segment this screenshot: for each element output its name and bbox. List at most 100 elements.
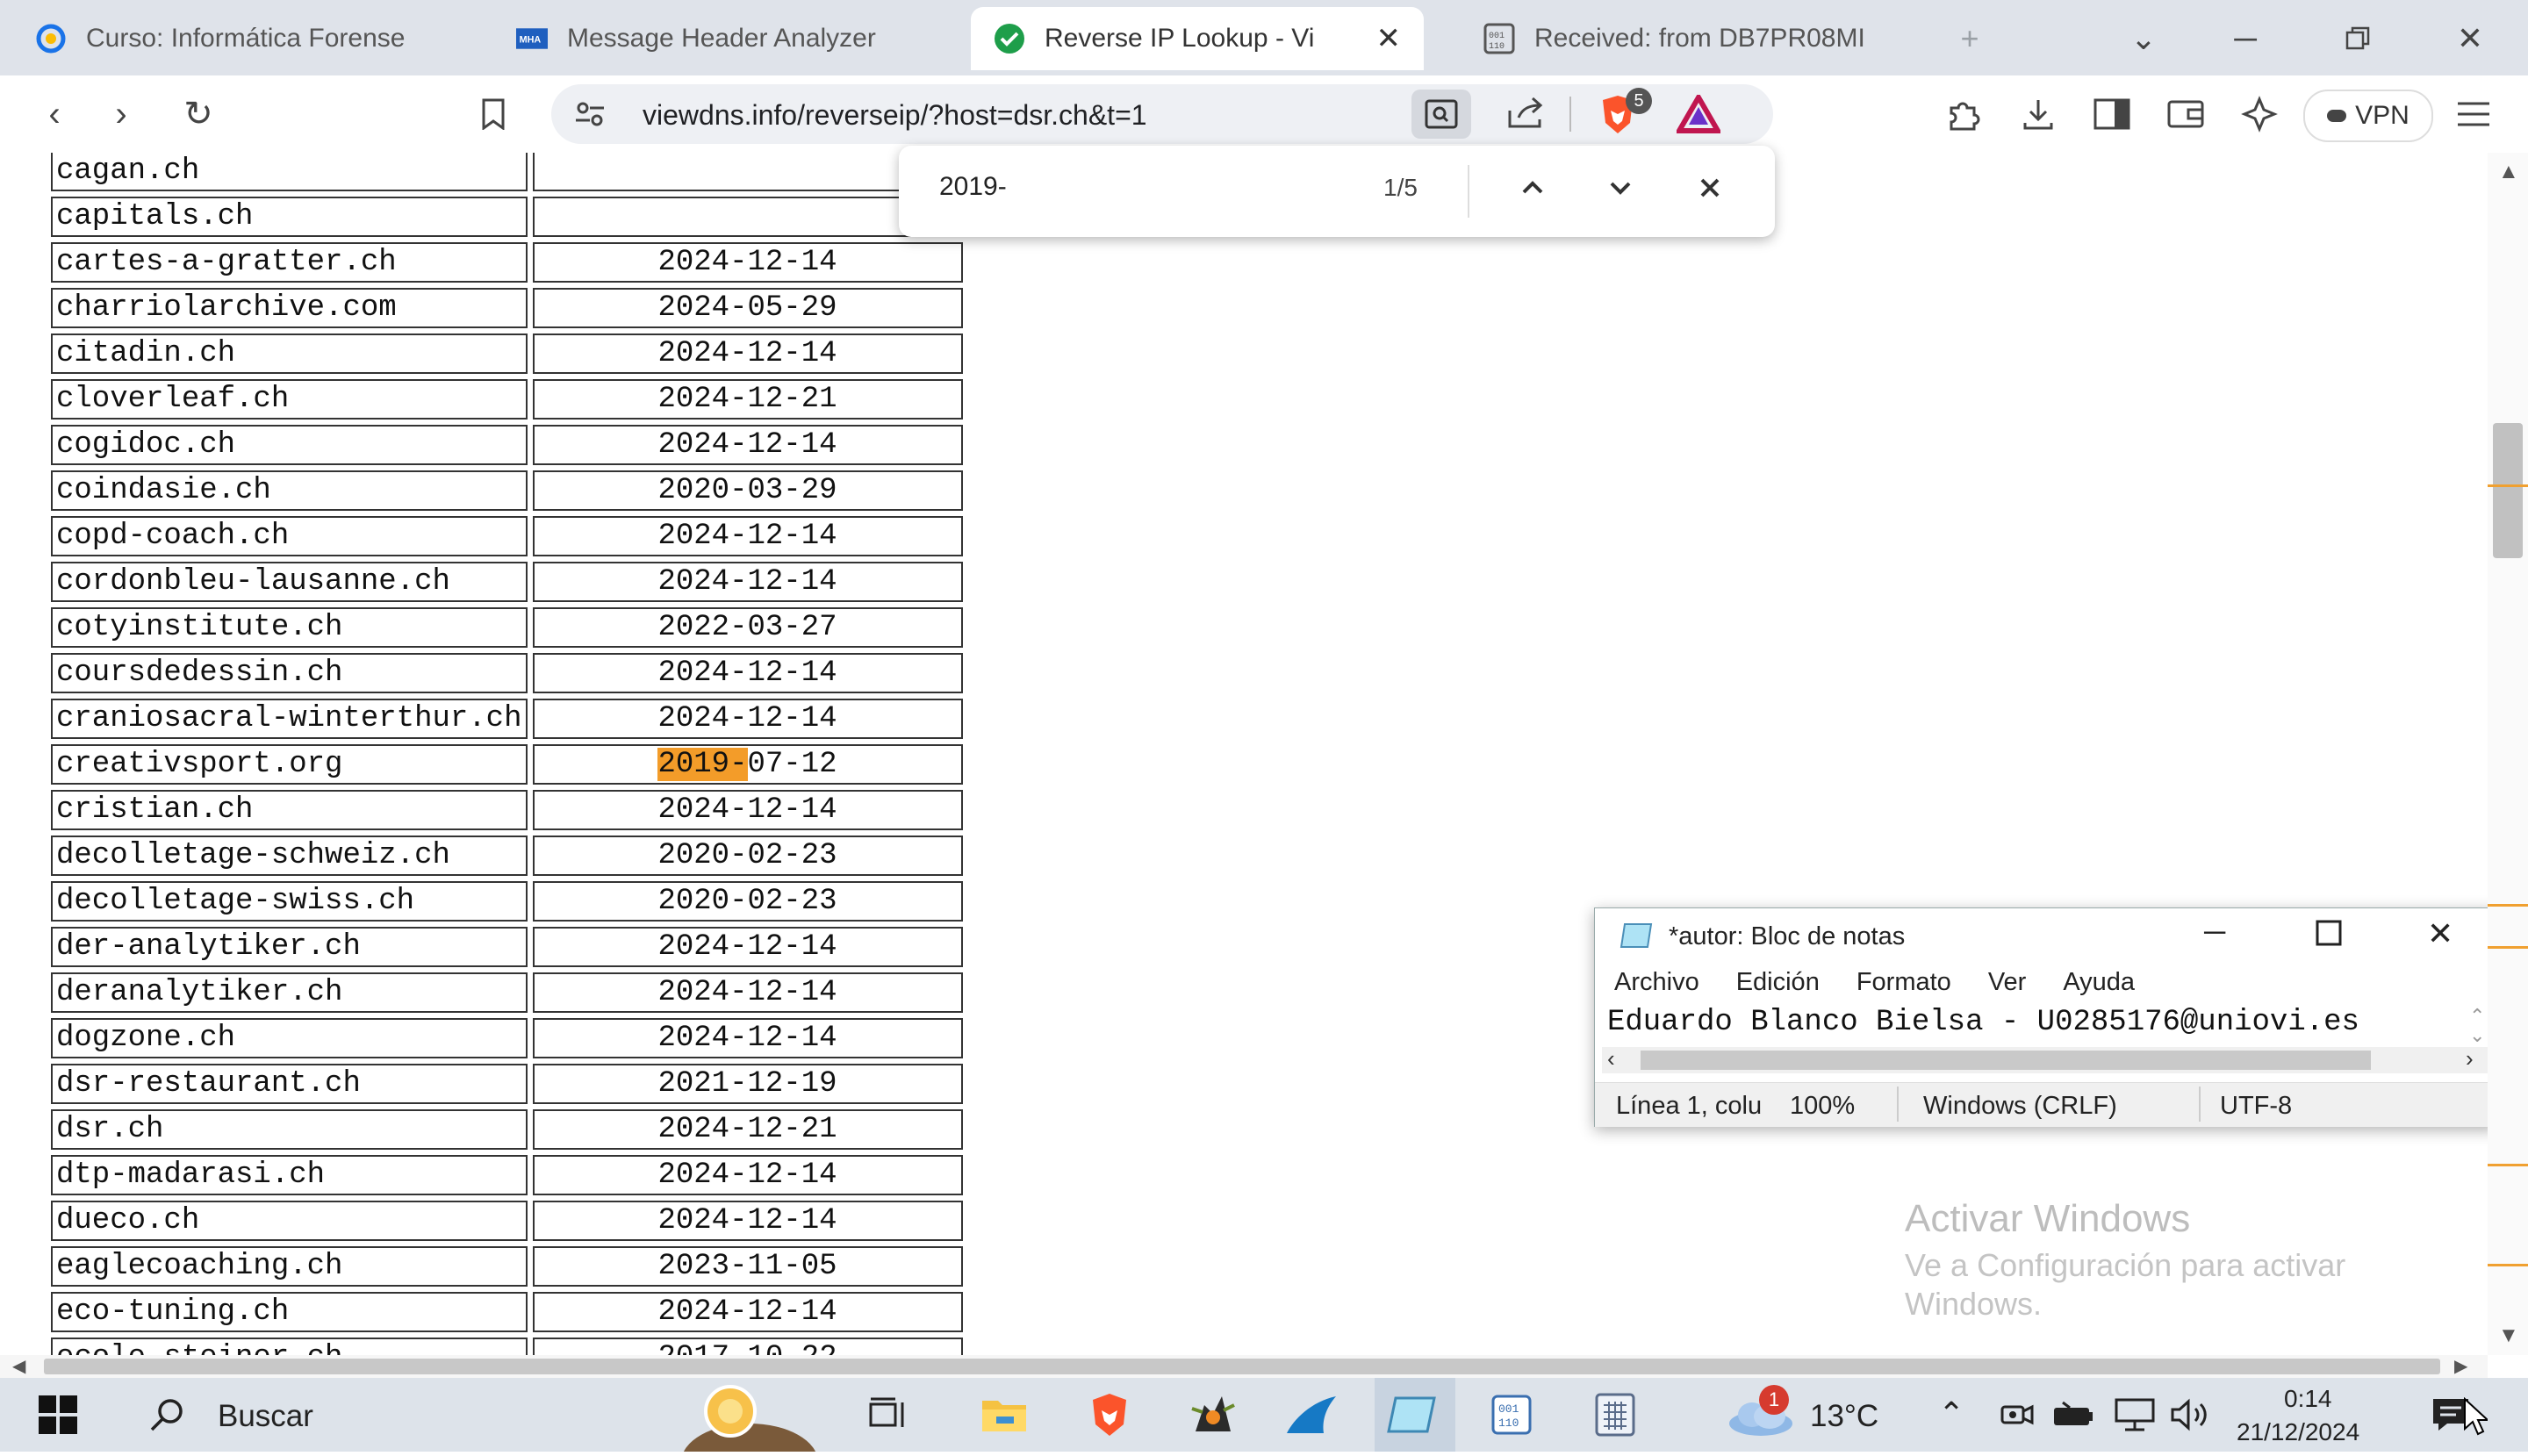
brave-rewards-icon[interactable] bbox=[1674, 92, 1723, 138]
taskbar-search-box[interactable]: Buscar bbox=[218, 1399, 313, 1434]
clock-date[interactable]: 21/12/2024 bbox=[2237, 1418, 2359, 1446]
domain-name-cell: capitals.ch bbox=[51, 197, 528, 237]
notepad-text-area[interactable]: Eduardo Blanco Bielsa - U0285176@uniovi.… bbox=[1607, 1001, 2359, 1044]
volume-speaker-icon[interactable] bbox=[2163, 1387, 2219, 1443]
domain-name-cell: decolletage-schweiz.ch bbox=[51, 836, 528, 876]
tab-reverse-ip-lookup[interactable]: Reverse IP Lookup - Vi ✕ bbox=[971, 7, 1424, 70]
table-row: eaglecoaching.ch 2023-11-05 bbox=[51, 1246, 963, 1287]
minimize-button[interactable]: ─ bbox=[2219, 12, 2272, 65]
menu-ayuda[interactable]: Ayuda bbox=[2063, 963, 2135, 1001]
find-previous-chevron-up-icon[interactable] bbox=[1513, 169, 1552, 212]
camera-meet-icon[interactable] bbox=[1989, 1387, 2045, 1443]
download-icon[interactable] bbox=[2014, 90, 2063, 139]
menu-archivo[interactable]: Archivo bbox=[1614, 963, 1699, 1001]
tab-search-chevron-icon[interactable]: ⌄ bbox=[2117, 12, 2170, 65]
last-resolved-date-cell: 2024-12-14 bbox=[532, 1201, 963, 1241]
table-row: decolletage-swiss.ch 2020-02-23 bbox=[51, 881, 963, 922]
table-row: citadin.ch 2024-12-14 bbox=[51, 334, 963, 374]
domain-name-cell: cartes-a-gratter.ch bbox=[51, 242, 528, 283]
scroll-up-arrow-icon[interactable]: ▲ bbox=[2498, 160, 2519, 184]
extensions-icon[interactable] bbox=[1938, 90, 1987, 139]
restore-button[interactable] bbox=[2331, 12, 2384, 65]
menu-hamburger-icon[interactable] bbox=[2449, 90, 2498, 139]
notepad-vscroll-arrows[interactable]: ⌃ ⌄ bbox=[2469, 1007, 2485, 1045]
share-icon[interactable] bbox=[1506, 95, 1547, 134]
leo-ai-icon[interactable] bbox=[2235, 90, 2284, 139]
reload-icon[interactable]: ↻ bbox=[174, 90, 223, 139]
notepad-close-button[interactable]: ✕ bbox=[2427, 915, 2453, 952]
weather-temperature[interactable]: 13°C bbox=[1810, 1399, 1878, 1434]
table-row: dsr-restaurant.ch 2021-12-19 bbox=[51, 1064, 963, 1104]
page-hscroll-thumb[interactable] bbox=[44, 1359, 2440, 1374]
status-zoom: 100% bbox=[1790, 1092, 1856, 1120]
burp-suite-icon[interactable] bbox=[1185, 1387, 1241, 1443]
notepad-maximize-button[interactable] bbox=[2315, 919, 2343, 951]
last-resolved-date-cell: 2024-12-14 bbox=[532, 425, 963, 465]
chromium-globe-icon bbox=[35, 23, 67, 54]
notepad-taskbar-icon[interactable] bbox=[1385, 1387, 1441, 1443]
tab-message-header-analyzer[interactable]: MHA Message Header Analyzer bbox=[493, 7, 955, 70]
find-input[interactable]: 2019- bbox=[939, 172, 1007, 202]
tab-title: Message Header Analyzer bbox=[567, 24, 876, 53]
page-vscroll-thumb[interactable] bbox=[2493, 423, 2523, 558]
task-view-icon[interactable] bbox=[860, 1387, 916, 1443]
notepad-window: *autor: Bloc de notas ─ ✕ Archivo Edició… bbox=[1594, 907, 2498, 1127]
browser-toolbar: ‹ › ↻ viewdns.info/reverseip/?host=dsr.c… bbox=[0, 75, 2528, 154]
page-horizontal-scrollbar[interactable]: ◀ ▶ bbox=[0, 1355, 2488, 1378]
hxd-hex-editor-icon[interactable]: 001 110 bbox=[1483, 1387, 1540, 1443]
file-explorer-icon[interactable] bbox=[976, 1387, 1032, 1443]
taskbar-search-icon[interactable] bbox=[139, 1387, 195, 1443]
find-next-chevron-down-icon[interactable] bbox=[1601, 169, 1640, 212]
scroll-right-arrow-icon[interactable]: › bbox=[2466, 1045, 2474, 1072]
last-resolved-date-cell: 2024-12-14 bbox=[532, 334, 963, 374]
close-window-button[interactable]: ✕ bbox=[2444, 12, 2496, 65]
find-match-marker bbox=[2488, 904, 2528, 907]
tab-received[interactable]: 001 110 Received: from DB7PR08MI bbox=[1461, 7, 1926, 70]
svg-text:MHA: MHA bbox=[520, 35, 542, 46]
find-match-highlight: 2019- bbox=[657, 748, 748, 781]
scroll-left-arrow-icon[interactable]: ‹ bbox=[1607, 1045, 1615, 1072]
notepad-horizontal-scrollbar[interactable]: ‹ › bbox=[1602, 1045, 2488, 1073]
site-settings-icon[interactable] bbox=[572, 97, 607, 136]
back-arrow-icon[interactable]: ‹ bbox=[30, 90, 79, 139]
calculator-grid-icon[interactable] bbox=[1587, 1387, 1643, 1443]
svg-text:110: 110 bbox=[1489, 42, 1505, 52]
url-text: viewdns.info/reverseip/?host=dsr.ch&t=1 bbox=[643, 99, 1147, 131]
network-ethernet-icon[interactable] bbox=[2107, 1387, 2163, 1443]
brave-browser-icon[interactable] bbox=[1081, 1387, 1138, 1443]
tab-curso[interactable]: Curso: Informática Forense bbox=[12, 7, 478, 70]
battery-icon[interactable] bbox=[2045, 1387, 2101, 1443]
domain-name-cell: craniosacral-winterthur.ch bbox=[51, 699, 528, 739]
clock-time[interactable]: 0:14 bbox=[2284, 1385, 2332, 1413]
notepad-minimize-button[interactable]: ─ bbox=[2204, 915, 2225, 950]
close-tab-icon[interactable]: ✕ bbox=[1376, 21, 1402, 56]
show-hidden-icons-chevron-up-icon[interactable]: ⌃ bbox=[1938, 1395, 1964, 1432]
forward-arrow-icon[interactable]: › bbox=[97, 90, 146, 139]
notepad-hscroll-thumb[interactable] bbox=[1641, 1051, 2371, 1070]
find-close-icon[interactable] bbox=[1691, 169, 1729, 212]
page-vertical-scrollbar[interactable]: ▲ ▼ bbox=[2488, 153, 2528, 1355]
scroll-down-arrow-icon[interactable]: ▼ bbox=[2498, 1323, 2519, 1348]
notepad-app-icon bbox=[1620, 921, 1655, 955]
table-row: copd-coach.ch 2024-12-14 bbox=[51, 516, 963, 556]
wireshark-icon[interactable] bbox=[1283, 1387, 1339, 1443]
menu-formato[interactable]: Formato bbox=[1856, 963, 1951, 1001]
windows-start-icon[interactable] bbox=[30, 1387, 86, 1443]
mha-icon: MHA bbox=[516, 23, 548, 54]
address-bar[interactable]: viewdns.info/reverseip/?host=dsr.ch&t=1 … bbox=[551, 84, 1773, 144]
new-tab-button[interactable]: + bbox=[1943, 12, 1996, 65]
sidebar-toggle-icon[interactable] bbox=[2087, 90, 2137, 139]
scroll-left-arrow-icon[interactable]: ◀ bbox=[12, 1355, 25, 1377]
domain-name-cell: cristian.ch bbox=[51, 790, 528, 830]
wallet-icon[interactable] bbox=[2161, 90, 2210, 139]
menu-edicion[interactable]: Edición bbox=[1736, 963, 1820, 1001]
last-resolved-date-cell: 2024-05-29 bbox=[532, 288, 963, 328]
vpn-button[interactable]: VPN bbox=[2303, 90, 2433, 142]
bookmark-icon[interactable] bbox=[469, 90, 518, 139]
scroll-right-arrow-icon[interactable]: ▶ bbox=[2454, 1355, 2467, 1377]
domain-name-cell: cordonbleu-lausanne.ch bbox=[51, 562, 528, 602]
find-in-page-icon[interactable] bbox=[1411, 90, 1471, 139]
find-match-marker bbox=[2488, 484, 2528, 487]
menu-ver[interactable]: Ver bbox=[1988, 963, 2027, 1001]
activation-watermark-subtitle: Ve a Configuración para activar Windows. bbox=[1905, 1247, 2346, 1322]
